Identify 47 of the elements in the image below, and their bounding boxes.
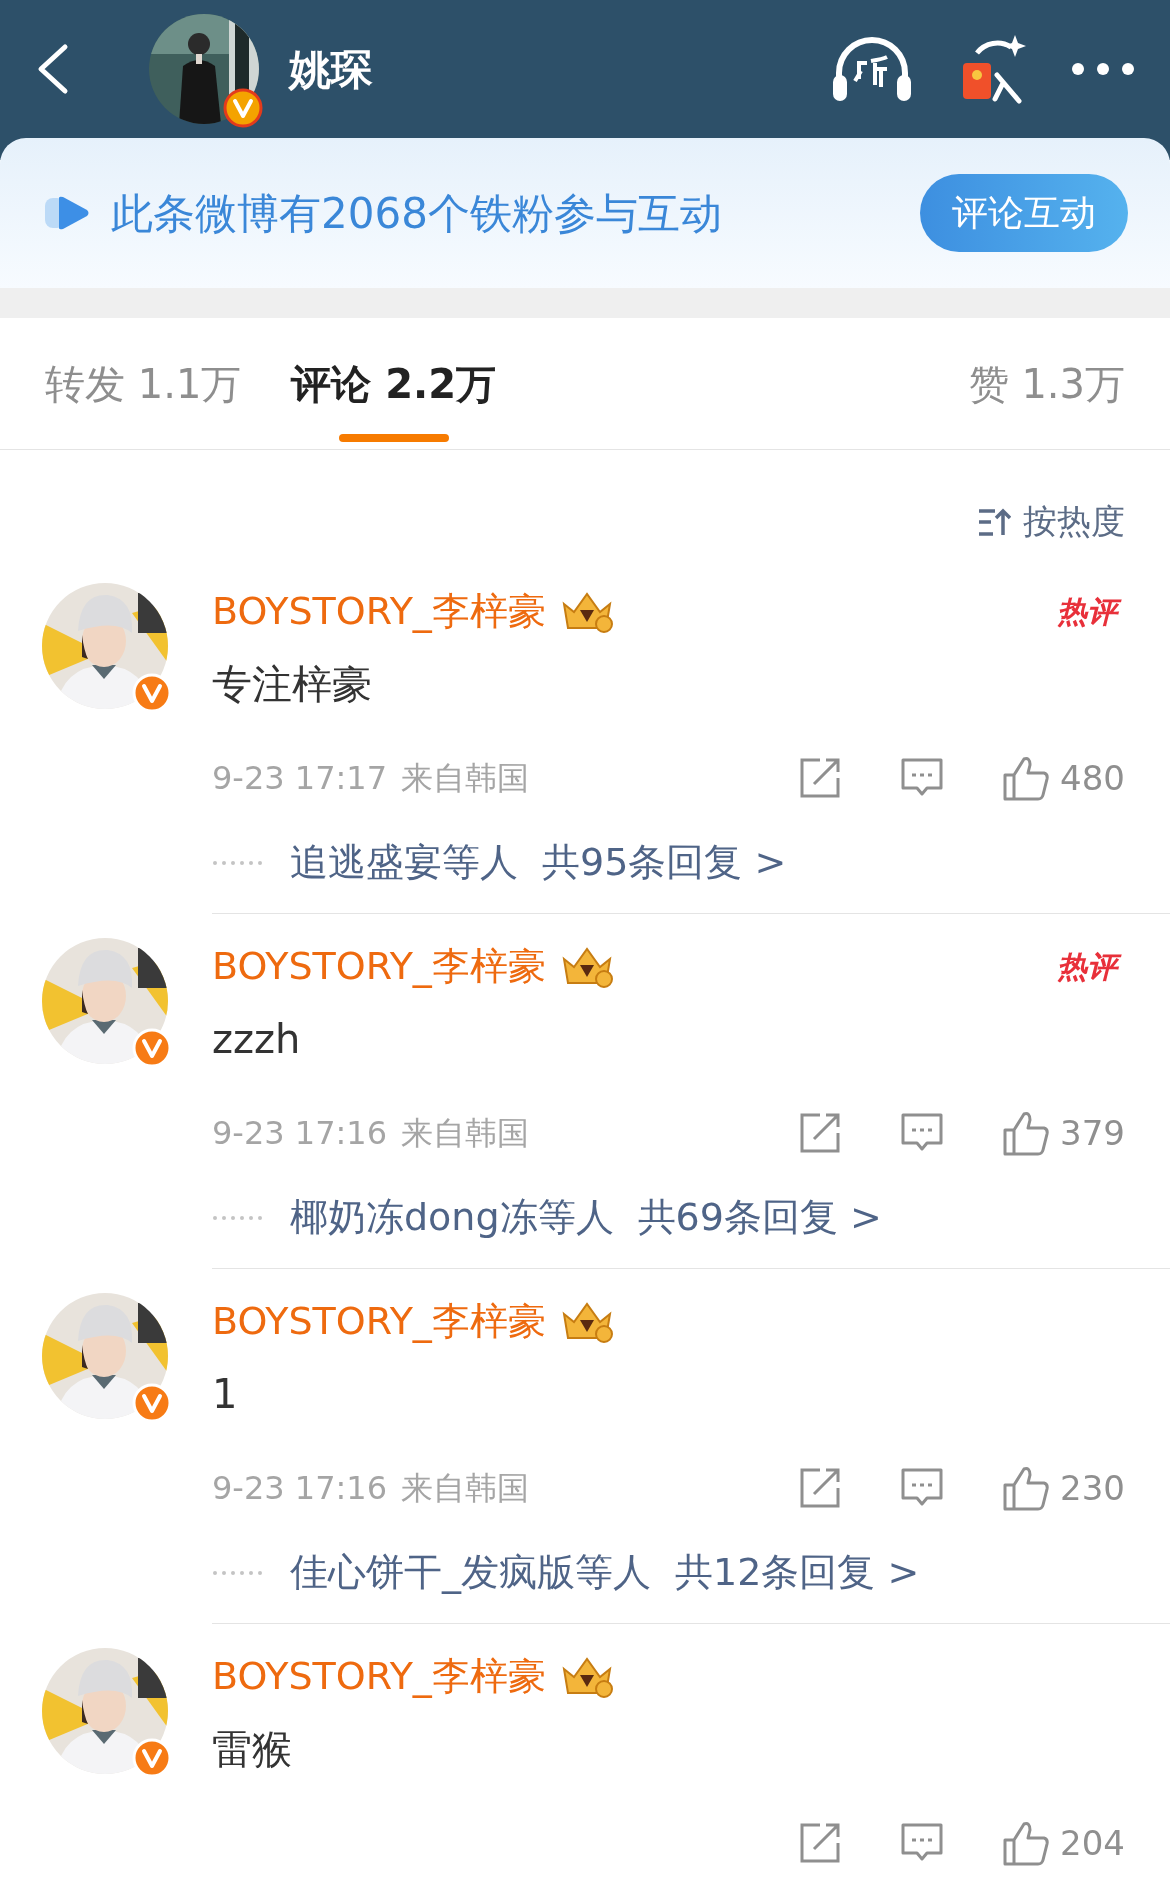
sort-label[interactable]: 按热度 [1023,496,1125,547]
ellipsis-icon [212,859,262,866]
play-icon [45,196,89,230]
ellipsis-icon [212,1214,262,1221]
username[interactable]: BOYSTORY_李梓豪 [212,1648,546,1705]
comment-text: 雷猴 [212,1725,293,1774]
comment-text: 专注梓豪 [212,660,373,709]
comment-interact-button[interactable]: 评论互动 [920,174,1128,252]
hot-comment-tag: 热评 [1053,590,1125,633]
tab[interactable]: 转发 1.1万 [45,353,242,414]
reply-users[interactable]: 佳心饼干_发疯版等人 [290,1544,651,1601]
comment-time: 9-23 17:16 [212,1468,387,1509]
username[interactable]: BOYSTORY_李梓豪 [212,583,546,640]
like-count: 379 [1060,1111,1125,1155]
share-icon[interactable] [798,756,843,800]
username[interactable]: BOYSTORY_李梓豪 [212,938,546,995]
comment-location: 来自韩国 [401,758,529,799]
comment-time: 9-23 17:17 [212,758,387,799]
profile-name: 姚琛 [289,43,373,96]
like-count: 230 [1060,1466,1125,1510]
username[interactable]: BOYSTORY_李梓豪 [212,1293,546,1350]
like-icon[interactable] [1002,1465,1051,1511]
sort-icon[interactable] [977,506,1011,537]
like-count: 480 [1060,756,1125,800]
comment-location: 来自韩国 [401,1468,529,1509]
like-icon[interactable] [1002,755,1051,801]
reply-users[interactable]: 追逃盛宴等人 [290,834,518,891]
comment-time: 9-23 17:16 [212,1113,387,1154]
reply-count-link[interactable]: 共12条回复 > [675,1544,920,1601]
comment-text: 1 [212,1370,239,1419]
like-icon[interactable] [1002,1110,1051,1156]
share-icon[interactable] [798,1821,843,1865]
more-icon[interactable] [1071,62,1135,76]
reply-users[interactable]: 椰奶冻dong冻等人 [290,1189,614,1246]
tab[interactable]: 赞 1.3万 [968,353,1125,414]
comment-text: zzzh [212,1015,302,1064]
share-icon[interactable] [798,1111,843,1155]
comment-location: 来自韩国 [401,1113,529,1154]
like-count: 204 [1060,1821,1125,1865]
share-icon[interactable] [798,1466,843,1510]
ellipsis-icon [212,1569,262,1576]
hot-comment-tag: 热评 [1053,945,1125,988]
reply-count-link[interactable]: 共95条回复 > [542,834,787,891]
like-icon[interactable] [1002,1820,1051,1866]
banner-text: 此条微博有2068个铁粉参与互动 [111,187,722,240]
tab[interactable]: 评论 2.2万 [291,353,497,414]
reply-count-link[interactable]: 共69条回复 > [637,1189,882,1246]
